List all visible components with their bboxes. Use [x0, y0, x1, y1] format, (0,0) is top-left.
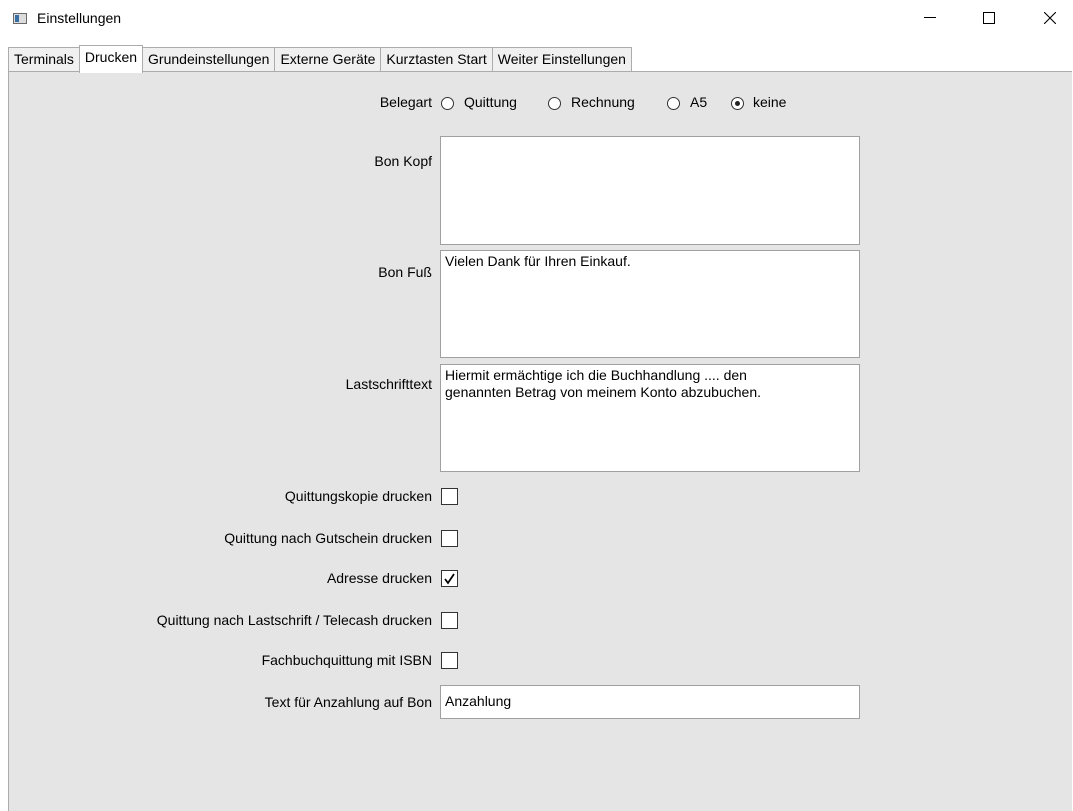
maximize-button[interactable] — [966, 0, 1012, 36]
tab-kurztasten-start[interactable]: Kurztasten Start — [380, 47, 493, 72]
tab-drucken[interactable]: Drucken — [78, 45, 144, 73]
checkbox-quittung-lastschrift[interactable] — [441, 612, 458, 629]
close-button[interactable] — [1027, 0, 1073, 36]
checkbox-label-quittungskopie: Quittungskopie drucken — [284, 488, 432, 504]
radio-keine[interactable] — [731, 97, 744, 110]
window-title: Einstellungen — [37, 10, 122, 26]
tab-strip: Terminals Drucken Grundeinstellungen Ext… — [8, 45, 632, 73]
maximize-icon — [983, 12, 995, 24]
anzahlung-input[interactable]: Anzahlung — [440, 685, 860, 719]
radio-a5[interactable] — [667, 97, 680, 110]
tab-terminals[interactable]: Terminals — [8, 47, 80, 72]
checkbox-quittung-gutschein[interactable] — [441, 530, 458, 547]
radio-rechnung[interactable] — [548, 97, 561, 110]
checkbox-quittungskopie[interactable] — [441, 488, 458, 505]
checkbox-label-quittung-lastschrift: Quittung nach Lastschrift / Telecash dru… — [156, 612, 432, 628]
anzahlung-label: Text für Anzahlung auf Bon — [264, 694, 432, 710]
bon-fuss-label: Bon Fuß — [378, 264, 432, 280]
checkbox-label-fachbuchquittung: Fachbuchquittung mit ISBN — [261, 652, 432, 668]
lastschrifttext-label: Lastschrifttext — [345, 376, 432, 392]
lastschrifttext-textarea[interactable]: Hiermit ermächtige ich die Buchhandlung … — [440, 364, 860, 472]
radio-quittung-label[interactable]: Quittung — [464, 94, 517, 110]
radio-a5-label[interactable]: A5 — [690, 94, 707, 110]
radio-rechnung-label[interactable]: Rechnung — [571, 94, 635, 110]
tab-weiter-einstellungen[interactable]: Weiter Einstellungen — [491, 47, 632, 72]
bon-fuss-textarea[interactable]: Vielen Dank für Ihren Einkauf. — [440, 250, 860, 358]
close-icon — [1044, 12, 1056, 24]
checkbox-label-quittung-gutschein: Quittung nach Gutschein drucken — [224, 530, 432, 546]
bon-kopf-textarea[interactable] — [440, 136, 860, 245]
tab-grundeinstellungen[interactable]: Grundeinstellungen — [142, 47, 276, 72]
title-bar: Einstellungen — [0, 0, 1073, 38]
radio-keine-label[interactable]: keine — [753, 94, 786, 110]
checkbox-adresse[interactable] — [441, 570, 458, 587]
bon-kopf-label: Bon Kopf — [374, 153, 432, 169]
belegart-label: Belegart — [379, 94, 432, 110]
radio-quittung[interactable] — [441, 97, 454, 110]
checkmark-icon — [444, 573, 455, 585]
checkbox-fachbuchquittung[interactable] — [441, 652, 458, 669]
checkbox-label-adresse: Adresse drucken — [326, 570, 432, 586]
minimize-button[interactable] — [907, 0, 953, 36]
app-window-icon — [13, 13, 27, 24]
minimize-icon — [924, 17, 936, 18]
tab-externe-geraete[interactable]: Externe Geräte — [274, 47, 382, 72]
